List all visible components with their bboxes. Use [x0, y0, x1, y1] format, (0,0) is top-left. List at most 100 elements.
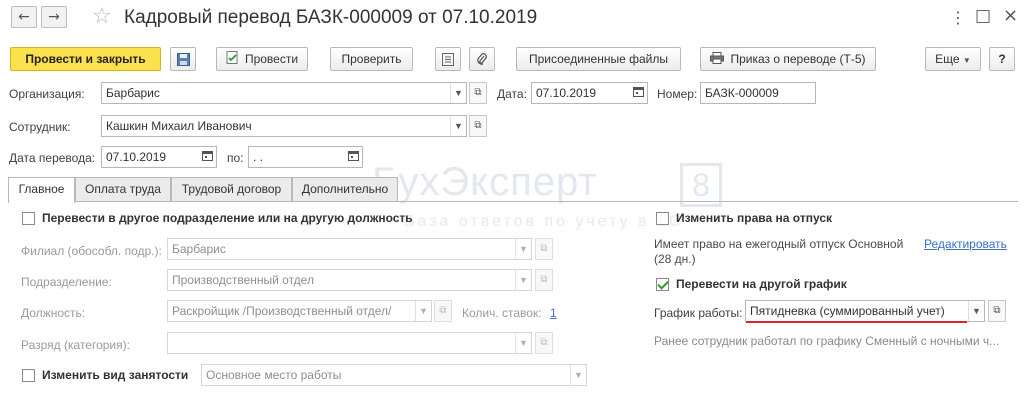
branch-field[interactable]: Барбарис ▼ — [167, 238, 532, 260]
open-form-icon: ⧉ — [993, 305, 1001, 316]
attached-files-button[interactable]: Присоединенные файлы — [516, 47, 681, 71]
calendar-icon[interactable] — [344, 147, 362, 167]
favorite-star-icon[interactable]: ☆ — [92, 4, 112, 29]
page-title: Кадровый перевод БАЗК-000009 от 07.10.20… — [124, 7, 538, 28]
dept-field[interactable]: Производственный отдел ▼ — [167, 269, 532, 291]
print-order-button[interactable]: Приказ о переводе (Т-5) — [700, 47, 876, 71]
date-field[interactable]: 07.10.2019 — [531, 82, 648, 104]
employee-open-button[interactable]: ⧉ — [469, 115, 487, 137]
open-form-icon: ⧉ — [540, 243, 548, 254]
open-form-icon: ⧉ — [439, 305, 447, 316]
dept-label: Подразделение: — [21, 275, 112, 289]
watermark-tagline: База ответов по учету в 1С — [404, 213, 684, 230]
tab-divider — [8, 201, 1018, 202]
vacation-note: Имеет право на ежегодный отпуск Основной… — [654, 237, 904, 266]
number-value: БАЗК-000009 — [705, 86, 779, 100]
employment-type-field[interactable]: Основное место работы ▼ — [201, 364, 587, 386]
rates-label: Колич. ставок: — [462, 306, 542, 320]
floppy-disk-icon — [176, 53, 190, 66]
position-field[interactable]: Раскройщик /Производственный отдел/ ▼ — [167, 300, 432, 322]
schedule-field[interactable]: Пятидневка (суммированный учет) ▼ — [745, 300, 985, 322]
position-label: Должность: — [21, 306, 86, 320]
employment-type-checkbox[interactable] — [22, 369, 35, 382]
employee-label: Сотрудник: — [9, 120, 71, 134]
forward-button[interactable]: → — [41, 6, 67, 28]
org-label: Организация: — [9, 87, 85, 101]
date-value: 07.10.2019 — [536, 86, 597, 100]
transfer-date-field[interactable]: 07.10.2019 — [101, 146, 217, 168]
watermark-brand: БухЭксперт — [372, 160, 598, 204]
chevron-down-icon[interactable]: ▼ — [570, 365, 586, 385]
employee-value: Кашкин Михаил Иванович — [106, 119, 252, 133]
change-schedule-checkbox[interactable] — [656, 278, 669, 291]
branch-label: Филиал (обособл. подр.): — [21, 244, 162, 258]
more-button-label: Еще — [935, 52, 960, 66]
tab-additional[interactable]: Дополнительно — [292, 177, 398, 201]
close-icon[interactable]: × — [1003, 5, 1018, 26]
open-form-icon: ⧉ — [540, 337, 548, 348]
tab-pay[interactable]: Оплата труда — [75, 177, 171, 201]
check-button[interactable]: Проверить — [330, 47, 413, 71]
position-value: Раскройщик /Производственный отдел/ — [172, 304, 392, 318]
save-button[interactable] — [170, 47, 196, 71]
chevron-down-icon[interactable]: ▼ — [415, 301, 431, 321]
schedule-label: График работы: — [654, 306, 743, 320]
to-date-value: . . — [253, 150, 264, 164]
branch-value: Барбарис — [172, 242, 226, 256]
tab-main[interactable]: Главное — [8, 177, 75, 203]
change-schedule-label: Перевести на другой график — [676, 277, 847, 291]
grade-field[interactable]: ▼ — [167, 332, 532, 354]
to-label: по: — [227, 151, 244, 165]
post-button-label: Провести — [244, 52, 299, 66]
position-open-button[interactable]: ⧉ — [434, 300, 452, 322]
chevron-down-icon[interactable]: ▼ — [515, 270, 531, 290]
vacation-rights-checkbox[interactable] — [656, 212, 669, 225]
rates-link[interactable]: 1 — [550, 306, 557, 320]
help-button[interactable]: ? — [989, 47, 1015, 71]
grade-open-button[interactable]: ⧉ — [535, 332, 553, 354]
employment-type-label: Изменить вид занятости — [42, 368, 189, 382]
employee-field[interactable]: Кашкин Михаил Иванович ▼ — [101, 115, 467, 137]
calendar-icon[interactable] — [629, 83, 647, 103]
document-structure-button[interactable] — [435, 47, 461, 71]
back-button[interactable]: ← — [11, 6, 37, 28]
branch-open-button[interactable]: ⧉ — [535, 238, 553, 260]
printer-icon — [710, 52, 725, 64]
calendar-icon[interactable] — [198, 147, 216, 167]
tab-contract[interactable]: Трудовой договор — [171, 177, 292, 201]
chevron-down-icon[interactable]: ▼ — [515, 333, 531, 353]
open-form-icon: ⧉ — [474, 87, 482, 98]
grade-label: Разряд (категория): — [21, 338, 130, 352]
org-field[interactable]: Барбарис ▼ — [101, 82, 467, 104]
maximize-icon[interactable]: □ — [975, 6, 991, 26]
org-open-button[interactable]: ⧉ — [469, 82, 487, 104]
previous-schedule-note: Ранее сотрудник работал по графику Сменн… — [654, 334, 1000, 348]
chevron-down-icon[interactable]: ▼ — [515, 239, 531, 259]
dept-open-button[interactable]: ⧉ — [535, 269, 553, 291]
vacation-rights-label: Изменить права на отпуск — [676, 211, 832, 225]
print-order-label: Приказ о переводе (Т-5) — [730, 52, 866, 66]
document-list-icon — [442, 53, 454, 66]
number-label: Номер: — [657, 87, 698, 101]
employment-type-value: Основное место работы — [206, 368, 342, 382]
schedule-open-button[interactable]: ⧉ — [988, 300, 1006, 322]
to-date-field[interactable]: . . — [248, 146, 363, 168]
chevron-down-icon[interactable]: ▼ — [968, 301, 984, 321]
more-button[interactable]: Еще ▼ — [925, 47, 981, 71]
chevron-down-icon[interactable]: ▼ — [450, 116, 466, 136]
post-button[interactable]: Провести — [216, 47, 308, 71]
attach-button[interactable] — [469, 47, 495, 71]
arrow-right-icon: → — [48, 9, 60, 25]
number-field[interactable]: БАЗК-000009 — [700, 82, 816, 104]
transfer-dept-checkbox[interactable] — [22, 212, 35, 225]
transfer-date-label: Дата перевода: — [9, 151, 96, 165]
org-value: Барбарис — [106, 86, 160, 100]
post-document-icon — [226, 51, 238, 64]
date-label: Дата: — [497, 87, 527, 101]
chevron-down-icon[interactable]: ▼ — [450, 83, 466, 103]
edit-vacation-link[interactable]: Редактировать — [924, 237, 1007, 251]
highlight-underline — [746, 321, 967, 323]
chevron-down-icon: ▼ — [962, 56, 971, 65]
more-actions-icon[interactable]: ⋮ — [950, 8, 966, 27]
post-and-close-button[interactable]: Провести и закрыть — [10, 47, 161, 71]
